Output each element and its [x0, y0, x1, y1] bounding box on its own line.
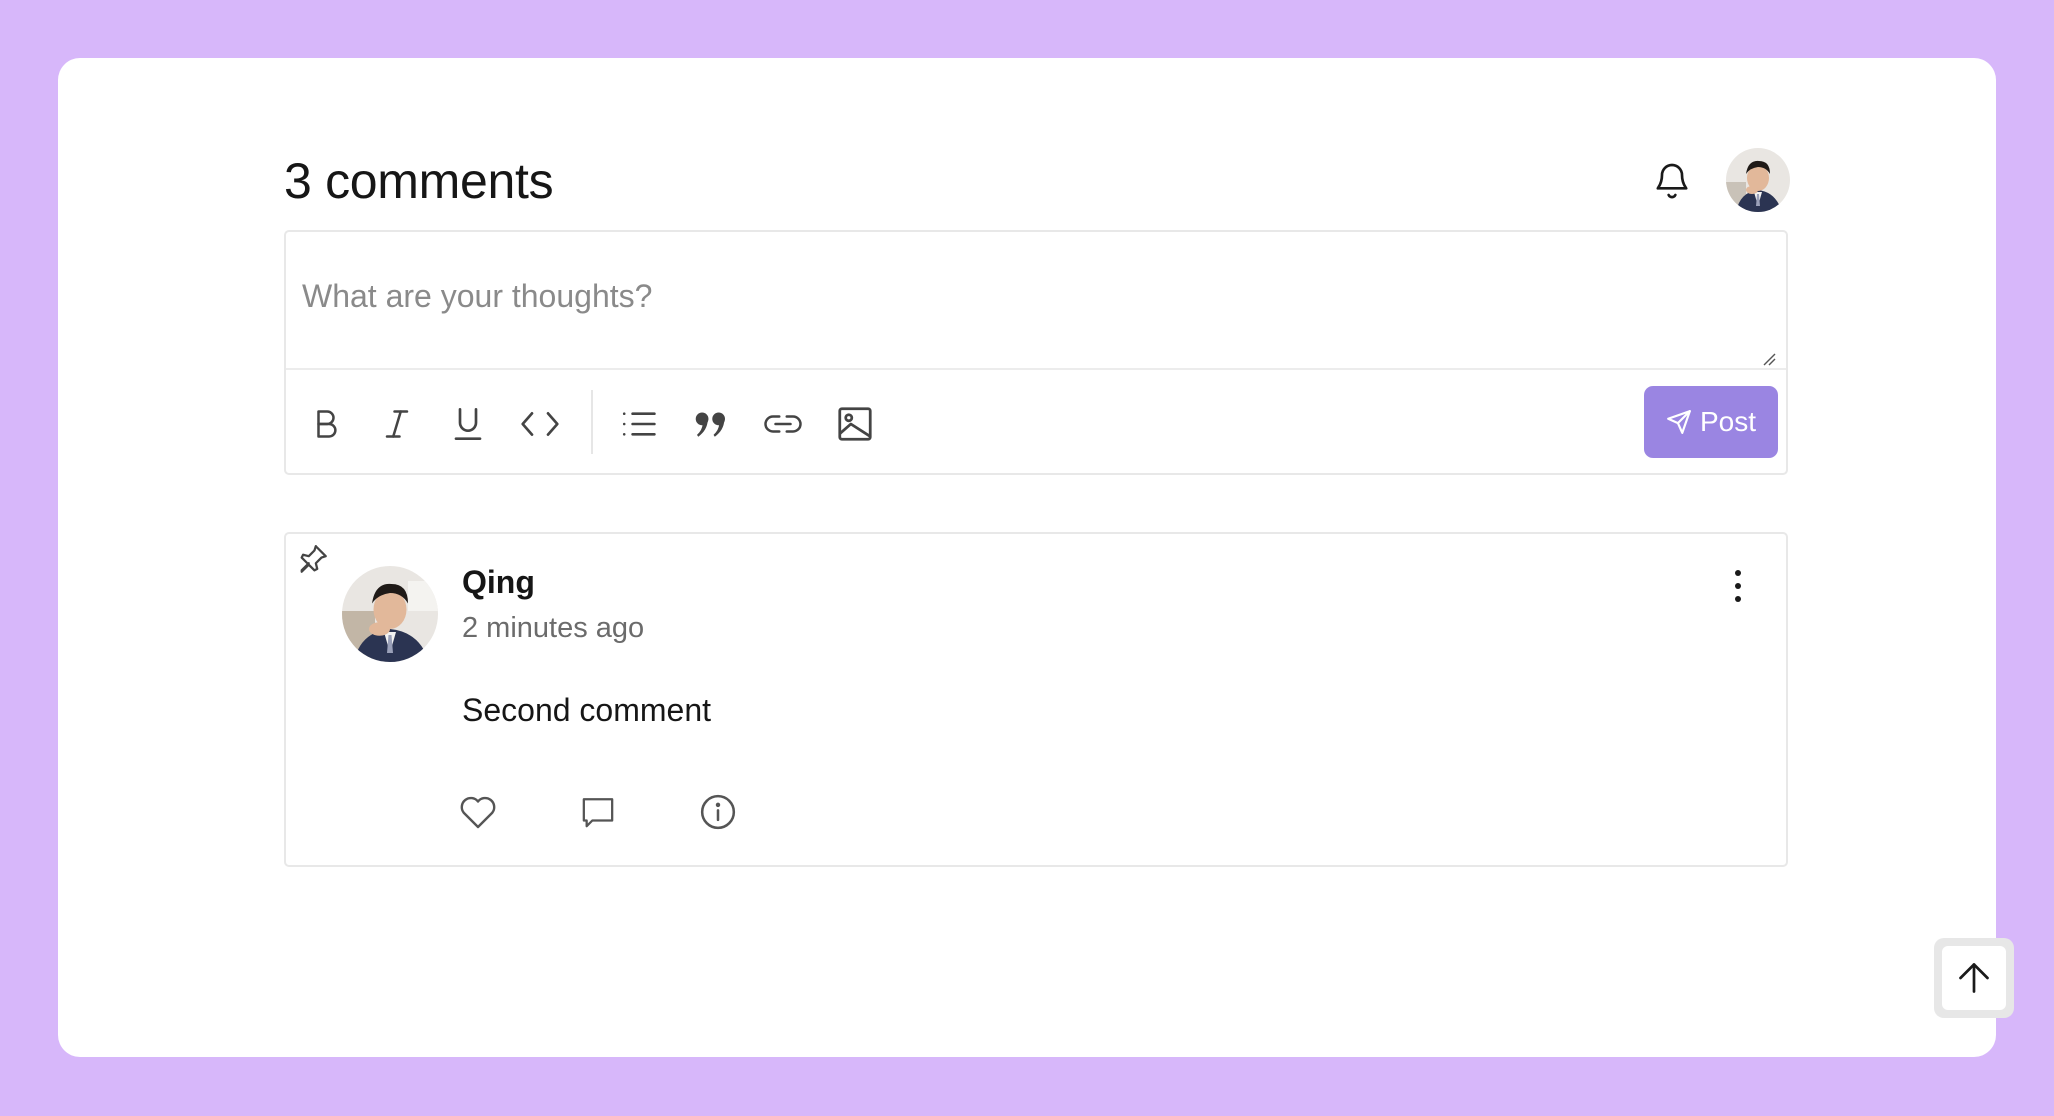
toolbar-divider [591, 390, 593, 454]
resize-handle-icon[interactable] [1762, 352, 1776, 366]
comments-card: 3 comments What are your thoughts? Post … [58, 58, 2014, 1057]
scroll-to-top-button[interactable] [1934, 938, 2014, 1018]
comment-input[interactable] [286, 232, 1786, 368]
comment-author[interactable]: Qing [462, 564, 535, 601]
bold-icon[interactable] [302, 400, 350, 448]
code-icon[interactable] [516, 400, 564, 448]
comment-timestamp: 2 minutes ago [462, 612, 645, 644]
comment-text: Second comment [462, 692, 712, 728]
more-options-icon[interactable] [1720, 564, 1756, 608]
link-icon[interactable] [759, 400, 807, 448]
send-icon [1667, 410, 1691, 434]
editor-toolbar: Post [286, 368, 1786, 475]
author-avatar[interactable] [342, 566, 438, 662]
image-icon[interactable] [831, 400, 879, 448]
comments-header: 3 comments [284, 136, 1790, 226]
user-avatar[interactable] [1726, 148, 1790, 212]
bell-icon[interactable] [1648, 156, 1696, 204]
italic-icon[interactable] [373, 400, 421, 448]
comments-count-title: 3 comments [284, 153, 554, 209]
post-button[interactable]: Post [1644, 386, 1778, 458]
post-button-label: Post [1699, 406, 1757, 437]
info-icon[interactable] [696, 790, 740, 834]
pin-icon [296, 542, 332, 578]
comment-item: Qing 2 minutes ago Second comment [284, 532, 1788, 867]
reply-icon[interactable] [576, 790, 620, 834]
quote-icon[interactable] [687, 400, 735, 448]
underline-icon[interactable] [444, 400, 492, 448]
comment-editor: Post [284, 230, 1788, 475]
like-icon[interactable] [456, 790, 500, 834]
arrow-up-icon [1942, 946, 2006, 1010]
list-icon[interactable] [615, 400, 663, 448]
